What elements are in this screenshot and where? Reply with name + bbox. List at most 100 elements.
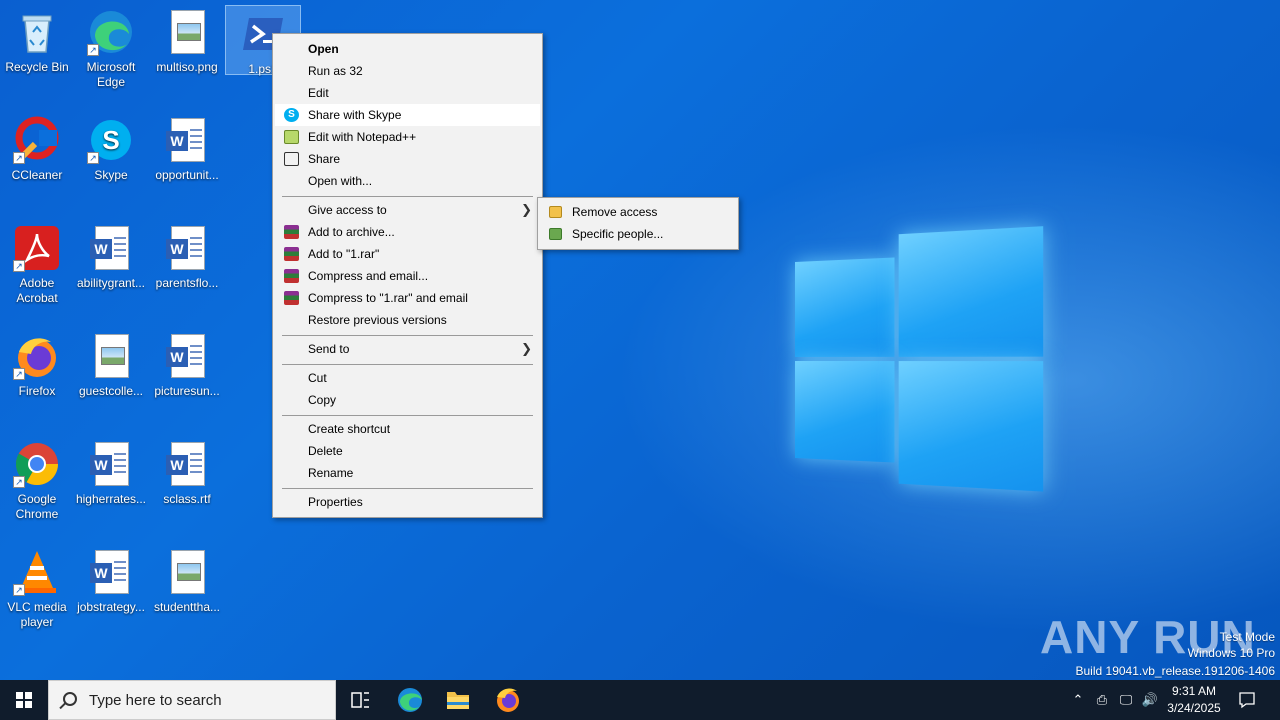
svg-text:S: S bbox=[102, 125, 119, 155]
menu-item-add-to-rar[interactable]: Add to "1.rar" bbox=[275, 243, 540, 265]
menu-item-label: Compress and email... bbox=[308, 269, 429, 283]
word-doc-icon: W bbox=[87, 224, 135, 272]
icon-label: picturesun... bbox=[154, 384, 220, 398]
start-button[interactable] bbox=[0, 680, 48, 720]
network-icon[interactable]: 🖵 bbox=[1116, 680, 1136, 720]
task-view-button[interactable] bbox=[336, 680, 384, 720]
menu-item-share[interactable]: Share bbox=[275, 148, 540, 170]
word-doc-icon: W bbox=[163, 332, 211, 380]
show-hidden-icons-chevron-up-icon[interactable]: ⌃ bbox=[1068, 680, 1088, 720]
icon-label: Adobe Acrobat bbox=[16, 276, 58, 305]
menu-item-label: Give access to bbox=[308, 203, 387, 217]
shortcut-arrow-icon: ↗ bbox=[87, 44, 99, 56]
desktop-icon-parentsflo[interactable]: W parentsflo... bbox=[150, 224, 224, 291]
icon-label: multiso.png bbox=[156, 60, 218, 74]
menu-separator bbox=[282, 196, 533, 197]
icon-label: abilitygrant... bbox=[76, 276, 146, 290]
icon-label: Firefox bbox=[18, 384, 56, 398]
menu-item-send-to[interactable]: Send to ❯ bbox=[275, 338, 540, 360]
skype-icon: S bbox=[284, 108, 299, 122]
logo-pane bbox=[795, 361, 895, 463]
device-tray-icon[interactable]: ⎙ bbox=[1092, 680, 1112, 720]
desktop-icon-guestcolle[interactable]: guestcolle... bbox=[74, 332, 148, 399]
menu-item-copy[interactable]: Copy bbox=[275, 389, 540, 411]
people-icon bbox=[549, 228, 562, 240]
image-file-icon bbox=[163, 8, 211, 56]
desktop-icon-firefox[interactable]: ↗ Firefox bbox=[0, 332, 74, 399]
desktop-icon-picturesun[interactable]: W picturesun... bbox=[150, 332, 224, 399]
menu-item-label: Run as 32 bbox=[308, 64, 363, 78]
desktop-icon-studenttha[interactable]: studenttha... bbox=[150, 548, 224, 615]
taskbar-file-explorer-button[interactable] bbox=[434, 680, 482, 720]
menu-item-open-with[interactable]: Open with... bbox=[275, 170, 540, 192]
taskbar: Type here to search ⌃ ⎙ 🖵 🔊 9:31 AM 3/24… bbox=[0, 680, 1280, 720]
menu-item-compress-to-rar-email[interactable]: Compress to "1.rar" and email bbox=[275, 287, 540, 309]
desktop-icon-acrobat[interactable]: ↗ Adobe Acrobat bbox=[0, 224, 74, 306]
icon-label: opportunit... bbox=[155, 168, 219, 182]
word-doc-icon: W bbox=[163, 440, 211, 488]
menu-item-restore-previous-versions[interactable]: Restore previous versions bbox=[275, 309, 540, 331]
folder-icon bbox=[447, 692, 469, 709]
menu-item-label: Add to "1.rar" bbox=[308, 247, 380, 261]
share-icon bbox=[284, 152, 299, 166]
notifications-icon[interactable] bbox=[1232, 680, 1262, 720]
menu-item-label: Share with Skype bbox=[308, 108, 402, 122]
desktop-icon-sclass[interactable]: W sclass.rtf bbox=[150, 440, 224, 507]
notepadpp-icon bbox=[284, 130, 299, 144]
firefox-icon bbox=[497, 688, 519, 712]
ccleaner-icon: ↗ bbox=[13, 116, 61, 164]
shortcut-arrow-icon: ↗ bbox=[13, 584, 25, 596]
desktop-icon-jobstrategy[interactable]: W jobstrategy... bbox=[74, 548, 148, 615]
desktop-icon-chrome[interactable]: ↗ Google Chrome bbox=[0, 440, 74, 522]
menu-item-label: Edit bbox=[308, 86, 329, 100]
desktop-icon-opportunit[interactable]: W opportunit... bbox=[150, 116, 224, 183]
desktop-icon-skype[interactable]: S ↗ Skype bbox=[74, 116, 148, 183]
menu-item-properties[interactable]: Properties bbox=[275, 491, 540, 513]
desktop-icon-recycle-bin[interactable]: Recycle Bin bbox=[0, 8, 74, 75]
menu-item-run-as-32[interactable]: Run as 32 bbox=[275, 60, 540, 82]
word-doc-icon: W bbox=[87, 548, 135, 596]
icon-label: studenttha... bbox=[153, 600, 221, 614]
menu-item-specific-people[interactable]: Specific people... bbox=[540, 223, 736, 245]
menu-item-label: Properties bbox=[308, 495, 363, 509]
logo-pane bbox=[898, 226, 1044, 357]
menu-item-create-shortcut[interactable]: Create shortcut bbox=[275, 418, 540, 440]
icon-label: Microsoft Edge bbox=[86, 60, 136, 89]
menu-item-share-with-skype[interactable]: S Share with Skype bbox=[275, 104, 540, 126]
desktop-icon-abilitygrant[interactable]: W abilitygrant... bbox=[74, 224, 148, 291]
menu-item-delete[interactable]: Delete bbox=[275, 440, 540, 462]
winrar-icon bbox=[284, 269, 299, 283]
menu-item-remove-access[interactable]: Remove access bbox=[540, 201, 736, 223]
taskbar-edge-button[interactable] bbox=[386, 680, 434, 720]
desktop-icon-vlc[interactable]: ↗ VLC media player bbox=[0, 548, 74, 630]
menu-item-cut[interactable]: Cut bbox=[275, 367, 540, 389]
menu-item-compress-and-email[interactable]: Compress and email... bbox=[275, 265, 540, 287]
menu-item-give-access-to[interactable]: Give access to ❯ bbox=[275, 199, 540, 221]
volume-icon[interactable]: 🔊 bbox=[1140, 680, 1160, 720]
menu-item-label: Restore previous versions bbox=[308, 313, 447, 327]
desktop-icon-higherrates[interactable]: W higherrates... bbox=[74, 440, 148, 507]
menu-item-rename[interactable]: Rename bbox=[275, 462, 540, 484]
taskbar-clock[interactable]: 9:31 AM 3/24/2025 bbox=[1164, 683, 1224, 717]
desktop-icon-edge[interactable]: ↗ Microsoft Edge bbox=[74, 8, 148, 90]
winrar-icon bbox=[284, 225, 299, 239]
menu-item-add-to-archive[interactable]: Add to archive... bbox=[275, 221, 540, 243]
menu-item-edit[interactable]: Edit bbox=[275, 82, 540, 104]
icon-label: guestcolle... bbox=[78, 384, 144, 398]
menu-item-edit-notepadpp[interactable]: Edit with Notepad++ bbox=[275, 126, 540, 148]
desktop-icon-multiso[interactable]: multiso.png bbox=[150, 8, 224, 75]
taskbar-firefox-button[interactable] bbox=[484, 680, 532, 720]
menu-item-label: Open bbox=[308, 42, 339, 56]
shortcut-arrow-icon: ↗ bbox=[87, 152, 99, 164]
menu-item-open[interactable]: Open bbox=[275, 38, 540, 60]
image-file-icon bbox=[87, 332, 135, 380]
skype-icon: S ↗ bbox=[87, 116, 135, 164]
icon-label: VLC media player bbox=[7, 600, 67, 629]
desktop-icon-ccleaner[interactable]: ↗ CCleaner bbox=[0, 116, 74, 183]
word-doc-icon: W bbox=[163, 224, 211, 272]
taskbar-search-box[interactable]: Type here to search bbox=[48, 680, 336, 720]
menu-item-label: Delete bbox=[308, 444, 343, 458]
icon-label: sclass.rtf bbox=[163, 492, 211, 506]
watermark-build: Build 19041.vb_release.191206-1406 bbox=[1075, 664, 1276, 678]
menu-item-label: Compress to "1.rar" and email bbox=[308, 291, 468, 305]
